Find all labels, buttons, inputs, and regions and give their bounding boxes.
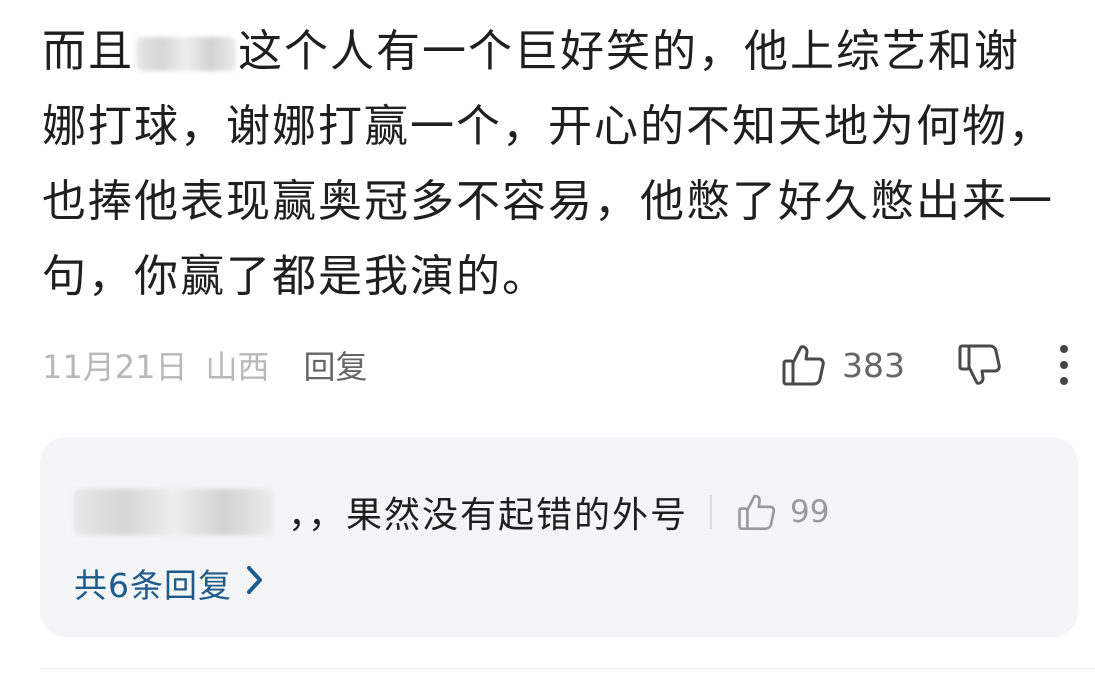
redacted-reply-username: [74, 489, 274, 535]
more-vertical-icon: [1058, 343, 1070, 387]
more-button[interactable]: [1058, 338, 1070, 392]
like-count: 383: [842, 345, 905, 385]
redacted-username: [136, 37, 236, 71]
reply-divider: [710, 495, 713, 529]
comment-item: 而且 这个人有一个巨好笑的，他上综艺和谢娜打球，谢娜打赢一个，开心的不知天地为何物…: [0, 0, 1095, 690]
chevron-right-icon: [246, 564, 264, 603]
top-reply: ，，果然没有起错的外号 99: [74, 483, 829, 541]
thumbs-up-icon[interactable]: [736, 491, 778, 533]
comment-text: 而且 这个人有一个巨好笑的，他上综艺和谢娜打球，谢娜打赢一个，开心的不知天地为何物…: [42, 14, 1062, 314]
view-all-replies-link[interactable]: 共6条回复: [74, 557, 264, 609]
view-all-replies-label: 共6条回复: [74, 566, 232, 605]
top-reply-like-count: 99: [790, 494, 830, 530]
thumbs-up-icon: [780, 341, 828, 389]
like-button[interactable]: 383: [780, 338, 905, 392]
reply-button[interactable]: 回复: [303, 342, 367, 388]
top-reply-text: ，，果然没有起错的外号: [288, 495, 689, 536]
comment-date: 11月21日: [42, 348, 188, 386]
comment-text-prefix: 而且: [42, 26, 134, 77]
comment-meta: 11月21日 山西 回复: [42, 338, 367, 392]
replies-panel: ，，果然没有起错的外号 99 共6条回复: [40, 437, 1078, 637]
comment-divider: [40, 668, 1095, 669]
thumbs-down-icon: [956, 341, 1004, 389]
dislike-button[interactable]: [956, 338, 1004, 392]
comment-location: 山西: [205, 348, 270, 386]
